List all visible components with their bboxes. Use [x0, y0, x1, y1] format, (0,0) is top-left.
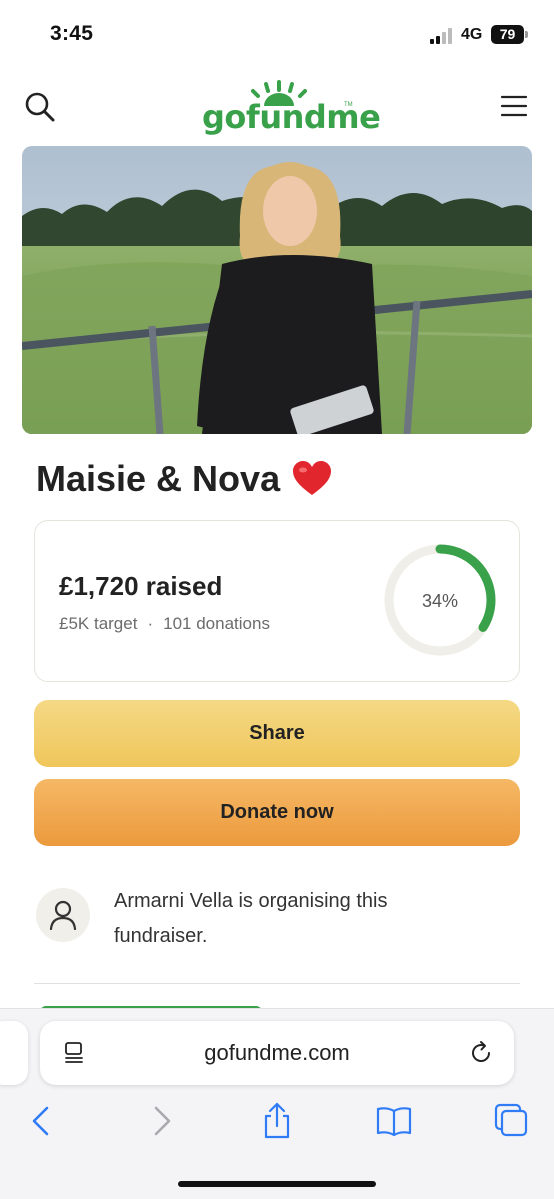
battery-tip	[525, 31, 528, 38]
menu-icon[interactable]	[498, 93, 530, 119]
browser-bottom-bar: gofundme.com	[0, 1008, 554, 1199]
meta-separator: ·	[147, 614, 154, 633]
reload-icon[interactable]	[468, 1040, 494, 1066]
logo-trademark: TM	[344, 102, 353, 108]
heart-icon	[292, 461, 332, 497]
gofundme-logo[interactable]: gofundme TM	[190, 80, 381, 138]
section-divider	[34, 983, 520, 984]
status-time: 3:45	[50, 22, 94, 45]
signal-icon	[430, 28, 454, 44]
forward-icon[interactable]	[141, 1101, 181, 1141]
bookmarks-icon[interactable]	[374, 1101, 414, 1141]
user-icon	[49, 900, 77, 930]
progress-percent: 34%	[421, 591, 459, 611]
campaign-title-text: Maisie & Nova	[36, 458, 281, 499]
logo-text: gofundme	[202, 98, 381, 136]
address-bar[interactable]: gofundme.com	[40, 1021, 514, 1085]
organiser-text: Armarni Vella is organising this fundrai…	[114, 890, 388, 947]
search-icon[interactable]	[22, 89, 58, 125]
organiser-avatar	[36, 888, 90, 942]
donation-count: 101 donations	[163, 614, 270, 633]
progress-meta: £5K target · 101 donations	[59, 614, 270, 634]
url-text: gofundme.com	[204, 1040, 350, 1065]
home-indicator	[178, 1181, 376, 1187]
share-sheet-icon[interactable]	[257, 1101, 297, 1141]
back-icon[interactable]	[22, 1101, 62, 1141]
progress-card: £1,720 raised £5K target · 101 donations 3…	[34, 520, 520, 682]
browser-toolbar	[0, 1101, 554, 1141]
site-header: gofundme TM	[0, 75, 554, 140]
target-amount: £5K target	[59, 614, 138, 633]
amount-raised: £1,720 raised	[59, 571, 223, 601]
previous-tab-preview[interactable]	[0, 1021, 28, 1085]
status-bar: 3:45 4G 79	[0, 0, 554, 70]
share-button[interactable]: Share	[34, 700, 520, 767]
campaign-photo	[22, 146, 532, 434]
battery-icon: 79	[491, 25, 524, 44]
donate-button[interactable]: Donate now	[34, 779, 520, 846]
network-type: 4G	[461, 26, 483, 43]
campaign-title: Maisie & Nova	[36, 458, 332, 500]
tabs-icon[interactable]	[492, 1101, 532, 1141]
